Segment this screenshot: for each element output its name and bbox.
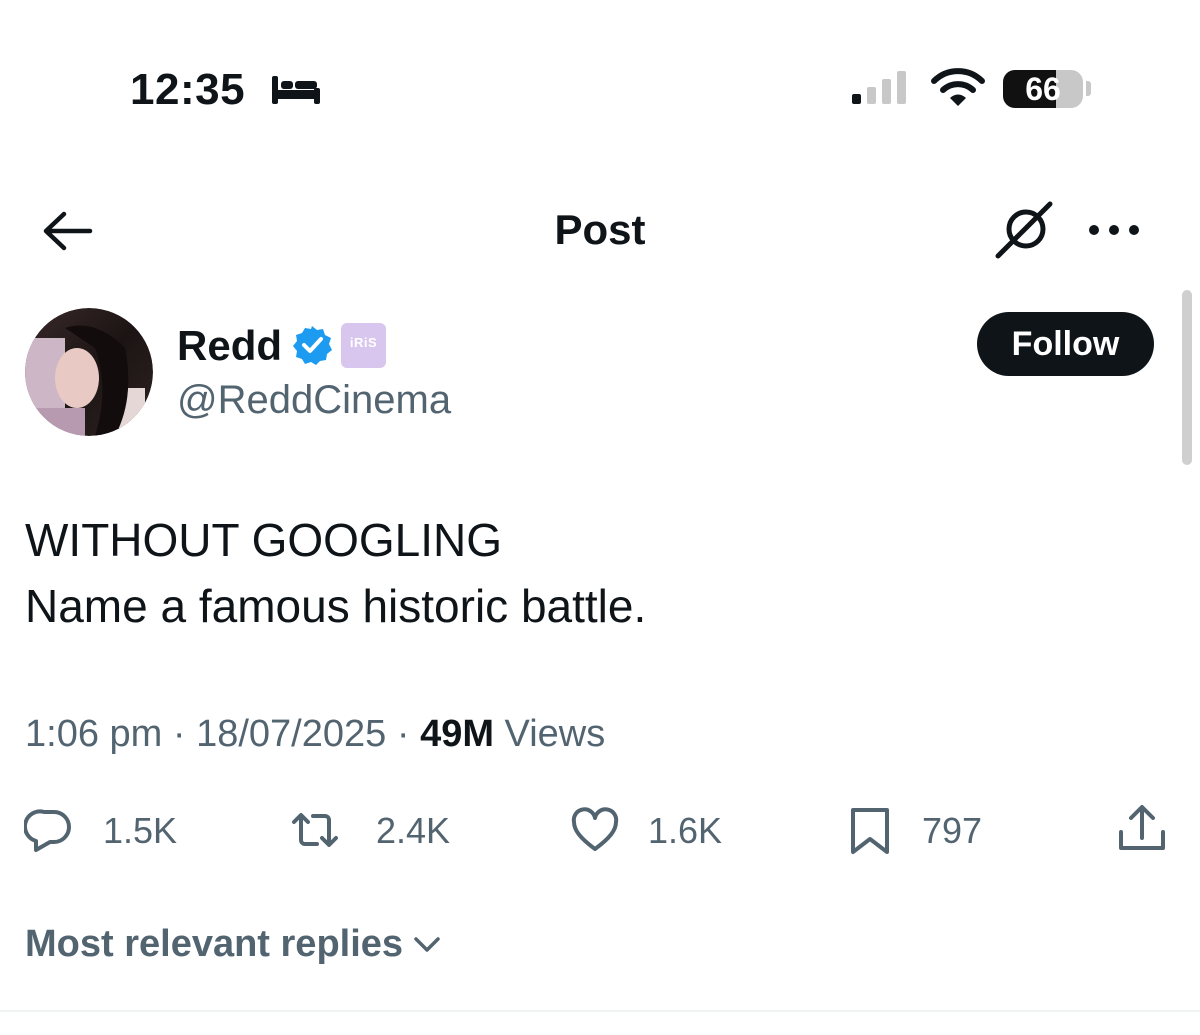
verified-badge-icon: [293, 326, 332, 365]
wifi-icon: [931, 68, 985, 106]
post-screen: 12:35 66 Post Redd iRiS @ReddCinema Foll…: [0, 0, 1200, 1035]
views-count[interactable]: 49M: [420, 713, 494, 755]
chevron-down-icon: [413, 937, 440, 952]
scrollbar[interactable]: [1182, 290, 1192, 465]
share-icon[interactable]: [1115, 802, 1169, 856]
meta-separator: ·: [386, 713, 421, 755]
more-horizontal-icon[interactable]: [1086, 220, 1142, 240]
bed-icon: [272, 76, 320, 104]
post-metadata: 1:06 pm · 18/07/2025 · 49M Views: [25, 710, 605, 758]
post-text-line: WITHOUT GOOGLING: [25, 514, 503, 566]
battery-indicator: 66: [1003, 70, 1083, 108]
battery-level: 66: [1025, 71, 1061, 107]
cellular-signal-icon: [852, 71, 906, 104]
status-time: 12:35: [130, 65, 246, 114]
meta-separator: ·: [162, 713, 197, 755]
replies-sort-dropdown[interactable]: Most relevant replies: [25, 918, 442, 970]
repost-button[interactable]: 2.4K: [290, 802, 470, 858]
replies-sort-label: Most relevant replies: [25, 923, 404, 965]
author-handle[interactable]: @ReddCinema: [177, 376, 451, 424]
post-date: 18/07/2025: [196, 713, 387, 755]
divider: [0, 1010, 1200, 1012]
views-label[interactable]: Views: [505, 713, 606, 755]
reply-icon: [24, 809, 71, 852]
heart-icon: [571, 807, 619, 851]
reply-count: 1.5K: [103, 810, 178, 851]
like-count: 1.6K: [648, 810, 723, 851]
avatar[interactable]: [25, 308, 153, 436]
author-name[interactable]: Redd: [177, 322, 282, 370]
post-time: 1:06 pm: [25, 713, 163, 755]
affiliate-badge[interactable]: iRiS: [341, 323, 386, 368]
bookmark-count: 797: [922, 810, 983, 851]
reply-button[interactable]: 1.5K: [24, 802, 194, 858]
like-button[interactable]: 1.6K: [570, 802, 740, 858]
bookmark-button[interactable]: 797: [845, 802, 995, 858]
post-text-line: Name a famous historic battle.: [25, 580, 647, 632]
repost-count: 2.4K: [376, 810, 451, 851]
affiliate-badge-label: iRiS: [349, 335, 378, 350]
battery-nub: [1086, 81, 1091, 96]
grok-icon[interactable]: [992, 198, 1056, 262]
follow-button[interactable]: Follow: [977, 312, 1154, 376]
bookmark-icon: [851, 808, 889, 854]
repost-icon: [292, 813, 338, 847]
